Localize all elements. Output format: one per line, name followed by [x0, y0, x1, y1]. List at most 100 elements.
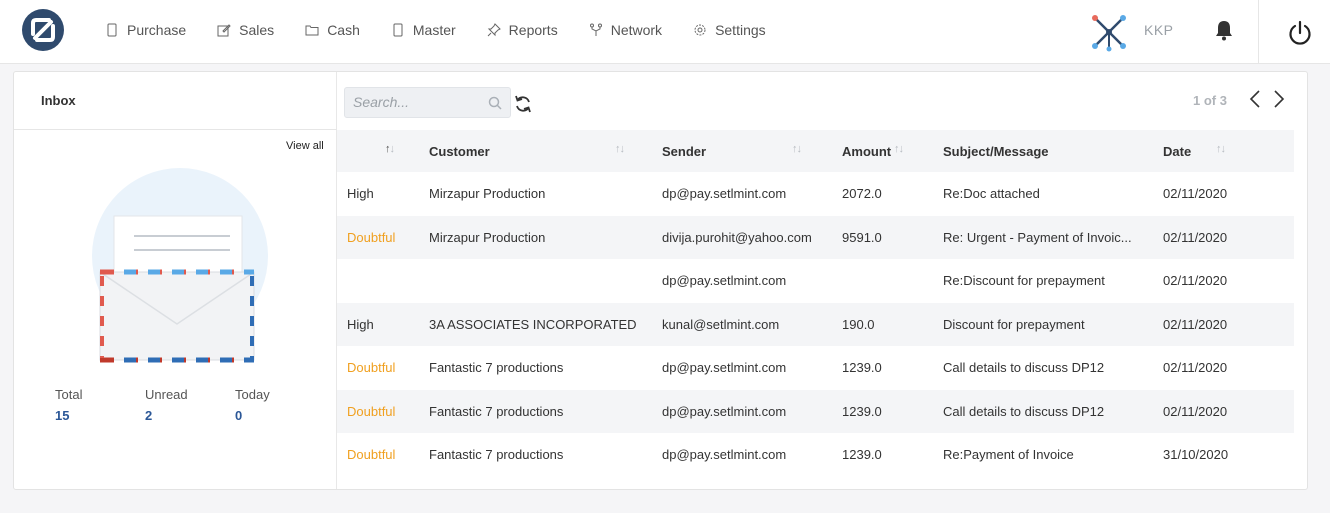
stat-value: 2 [145, 408, 153, 423]
gear-icon [692, 22, 708, 38]
chevron-right-icon[interactable] [1270, 89, 1286, 109]
bell-icon[interactable] [1214, 19, 1234, 41]
header-sender[interactable]: Sender ↑↓ [652, 130, 832, 172]
table-row[interactable]: dp@pay.setlmint.com Re:Discount for prep… [337, 259, 1294, 303]
sort-icon[interactable]: ↑↓ [792, 143, 802, 155]
subject-cell: Discount for prepayment [943, 316, 1085, 332]
sender-cell: divija.purohit@yahoo.com [662, 229, 812, 245]
customer-cell: Fantastic 7 productions [429, 403, 564, 419]
network-logo-icon [1092, 15, 1126, 52]
nav-label: Master [412, 22, 456, 38]
subject-cell: Call details to discuss DP12 [943, 360, 1105, 376]
table-row[interactable]: Doubtful Fantastic 7 productions dp@pay.… [337, 433, 1294, 477]
priority-cell: Doubtful [347, 229, 396, 245]
power-icon[interactable] [1287, 20, 1313, 46]
nav-settings[interactable]: Settings [692, 22, 766, 38]
subject-cell: Re:Payment of Invoice [943, 447, 1074, 463]
amount-cell: 2072.0 [842, 186, 882, 202]
nav-reports[interactable]: Reports [486, 22, 558, 38]
stat-value: 15 [55, 408, 70, 423]
nav-label: Purchase [127, 22, 187, 38]
header-date[interactable]: Date ↑↓ [1153, 130, 1294, 172]
date-cell: 31/10/2020 [1163, 447, 1229, 463]
amount-cell: 1239.0 [842, 403, 882, 419]
refresh-icon[interactable] [513, 94, 533, 114]
stat-total: Total 15 [55, 387, 145, 423]
header-subject[interactable]: Subject/Message [933, 130, 1153, 172]
date-cell: 02/11/2020 [1163, 360, 1228, 376]
amount-cell: 1239.0 [842, 447, 882, 463]
amount-cell: 9591.0 [842, 229, 882, 245]
inbox-stats: Total 15 Unread 2 Today 0 [55, 387, 325, 423]
subject-cell: Call details to discuss DP12 [943, 403, 1105, 419]
priority-cell [337, 259, 419, 303]
header-customer[interactable]: Customer ↑↓ [419, 130, 652, 172]
inbox-summary-panel: Inbox View all Total 15 Unread 2 Today 0 [14, 72, 337, 489]
customer-cell: Fantastic 7 productions [429, 360, 564, 376]
logout-area [1258, 0, 1330, 64]
inbox-title: Inbox [41, 93, 76, 108]
header-label: Amount [842, 143, 892, 159]
subject-cell: Re:Doc attached [943, 186, 1040, 202]
sort-icon[interactable]: ↑↓ [615, 143, 625, 155]
amount-cell: 1239.0 [842, 360, 882, 376]
nav-cash[interactable]: Cash [304, 22, 360, 38]
customer-cell: Mirzapur Production [429, 186, 546, 202]
nav-label: Cash [327, 22, 360, 38]
messages-table: ↑↓ Customer ↑↓ Sender ↑↓ Amount ↑↓ Subject/… [337, 130, 1294, 477]
table-row[interactable]: High Mirzapur Production dp@pay.setlmint… [337, 172, 1294, 216]
header-amount[interactable]: Amount ↑↓ [832, 130, 933, 172]
date-cell: 02/11/2020 [1163, 273, 1228, 289]
header-label: Customer [429, 143, 490, 159]
search-box [344, 87, 511, 118]
sender-cell: dp@pay.setlmint.com [662, 360, 787, 376]
priority-cell: High [347, 186, 374, 202]
nav-purchase[interactable]: Purchase [104, 22, 186, 38]
table-row[interactable]: High 3A ASSOCIATES INCORPORATED kunal@se… [337, 302, 1294, 346]
header-priority[interactable]: ↑↓ [337, 130, 419, 172]
date-cell: 02/11/2020 [1163, 403, 1228, 419]
customer-cell: Fantastic 7 productions [429, 447, 564, 463]
mobile-icon [390, 22, 406, 38]
nav-label: Reports [508, 22, 558, 38]
sender-cell: dp@pay.setlmint.com [662, 447, 787, 463]
priority-cell: Doubtful [347, 447, 396, 463]
table-row[interactable]: Doubtful Mirzapur Production divija.puro… [337, 215, 1294, 259]
nav-master[interactable]: Master [390, 22, 456, 38]
priority-cell: Doubtful [347, 360, 396, 376]
stat-value: 0 [235, 408, 243, 423]
edit-icon [216, 22, 232, 38]
main-nav: Purchase Sales Cash Master Reports Netwo… [104, 0, 796, 60]
view-all-link[interactable]: View all [286, 140, 324, 152]
sender-cell: dp@pay.setlmint.com [662, 403, 787, 419]
divider [14, 129, 337, 130]
stat-label: Today [235, 387, 270, 402]
stat-label: Unread [145, 387, 188, 402]
search-input[interactable] [353, 94, 483, 110]
nav-network[interactable]: Network [588, 22, 662, 38]
table-header-row: ↑↓ Customer ↑↓ Sender ↑↓ Amount ↑↓ Subject/… [337, 130, 1294, 172]
user-name[interactable]: KKP [1144, 22, 1174, 38]
sort-icon[interactable]: ↑↓ [1216, 143, 1226, 155]
subject-cell: Re:Discount for prepayment [943, 273, 1105, 289]
sender-cell: kunal@setlmint.com [662, 316, 780, 332]
sort-icon[interactable]: ↑↓ [385, 143, 395, 155]
sort-icon[interactable]: ↑↓ [894, 143, 904, 155]
customer-cell: 3A ASSOCIATES INCORPORATED [429, 316, 637, 332]
nav-label: Sales [239, 22, 275, 38]
amount-cell [832, 259, 933, 303]
nav-sales[interactable]: Sales [216, 22, 274, 38]
table-row[interactable]: Doubtful Fantastic 7 productions dp@pay.… [337, 346, 1294, 390]
search-icon[interactable] [488, 96, 502, 110]
nav-label: Network [610, 22, 663, 38]
header-label: Sender [662, 143, 707, 159]
date-cell: 02/11/2020 [1163, 316, 1228, 332]
sender-cell: dp@pay.setlmint.com [662, 186, 787, 202]
chevron-left-icon[interactable] [1248, 89, 1264, 109]
customer-cell [419, 259, 652, 303]
amount-cell: 190.0 [842, 316, 875, 332]
table-row[interactable]: Doubtful Fantastic 7 productions dp@pay.… [337, 389, 1294, 433]
priority-cell: Doubtful [347, 403, 396, 419]
fork-icon [588, 22, 604, 38]
app-logo[interactable] [22, 9, 64, 51]
